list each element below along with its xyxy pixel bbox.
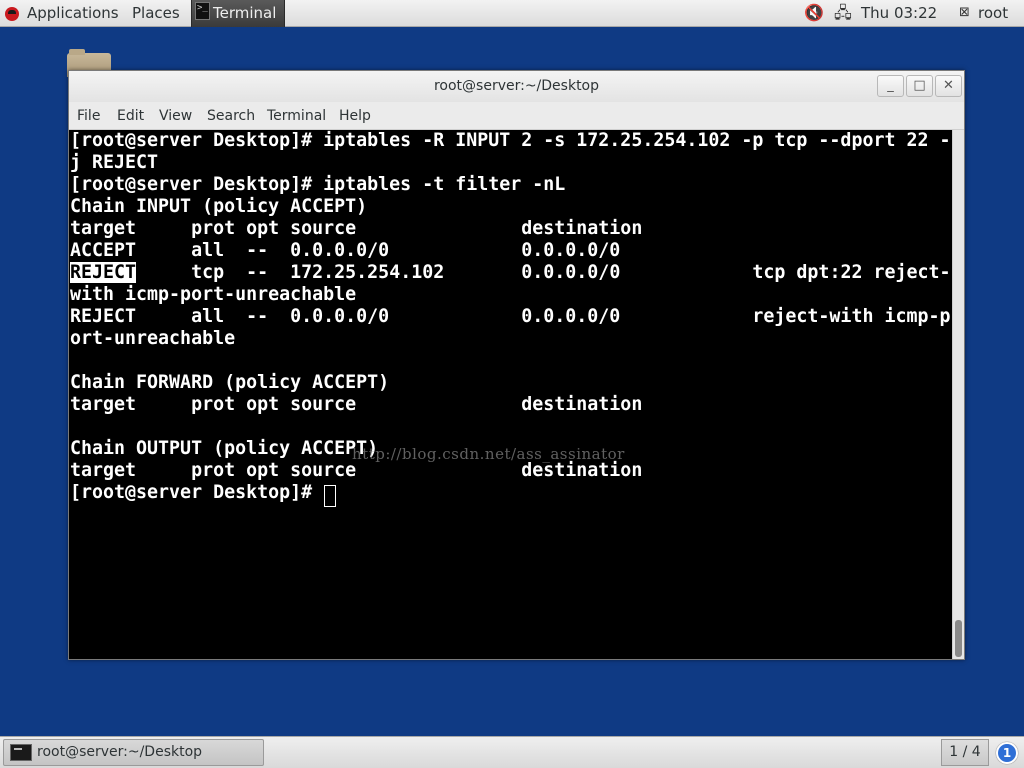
scrollbar-thumb[interactable] <box>955 620 962 657</box>
terminal-prompt: [root@server Desktop]# <box>70 482 324 503</box>
terminal-line: REJECT tcp -- 172.25.254.102 0.0.0.0/0 t… <box>70 262 951 284</box>
terminal-line: target prot opt source destination <box>70 460 742 481</box>
active-app-label: Terminal <box>213 4 277 22</box>
terminal-line: with icmp-port-unreachable <box>70 284 357 305</box>
selected-text: REJECT <box>70 262 137 283</box>
menu-terminal[interactable]: Terminal <box>267 102 326 130</box>
terminal-line: [root@server Desktop]# iptables -t filte… <box>70 174 566 195</box>
maximize-icon: □ <box>913 78 926 93</box>
maximize-button[interactable]: □ <box>906 75 933 97</box>
terminal-line: target prot opt source destination <box>70 394 742 415</box>
minimize-icon: _ <box>887 78 894 93</box>
terminal-line: ACCEPT all -- 0.0.0.0/0 0.0.0.0/0 <box>70 240 742 261</box>
terminal-line: j REJECT <box>70 152 159 173</box>
close-icon: ✕ <box>943 78 954 93</box>
menu-help[interactable]: Help <box>339 102 371 130</box>
close-button[interactable]: ✕ <box>935 75 962 97</box>
terminal-line: ort-unreachable <box>70 328 236 349</box>
menu-search[interactable]: Search <box>207 102 255 130</box>
workspace-switcher[interactable]: 1 / 4 <box>941 739 989 766</box>
terminal-icon: >_ <box>195 2 210 20</box>
notification-icon[interactable]: 1 <box>996 742 1018 764</box>
terminal-line: [root@server Desktop]# iptables -R INPUT… <box>70 130 951 151</box>
scrollbar[interactable] <box>952 130 964 659</box>
menu-edit[interactable]: Edit <box>117 102 144 130</box>
terminal-line: Chain FORWARD (policy ACCEPT) <box>70 372 390 393</box>
taskbar-window-label: root@server:~/Desktop <box>37 744 203 760</box>
fedora-icon <box>5 7 19 21</box>
window-title: root@server:~/Desktop <box>433 78 600 94</box>
minimize-button[interactable]: _ <box>877 75 904 97</box>
menu-view[interactable]: View <box>159 102 192 130</box>
terminal-line: REJECT all -- 0.0.0.0/0 0.0.0.0/0 reject… <box>70 306 951 327</box>
user-icon: ⊠ <box>959 5 970 20</box>
volume-muted-icon[interactable]: 🔇 <box>804 4 824 22</box>
clock[interactable]: Thu 03:22 <box>861 0 937 27</box>
terminal-line: Chain INPUT (policy ACCEPT) <box>70 196 368 217</box>
applications-menu[interactable]: Applications <box>27 0 119 27</box>
terminal-cursor <box>324 485 336 507</box>
places-menu[interactable]: Places <box>132 0 180 27</box>
bottom-panel: root@server:~/Desktop 1 / 4 1 <box>0 736 1024 768</box>
user-menu[interactable]: root <box>978 0 1008 27</box>
terminal-line: Chain OUTPUT (policy ACCEPT) <box>70 438 379 459</box>
menubar: File Edit View Search Terminal Help <box>69 102 964 130</box>
terminal-window: root@server:~/Desktop _ □ ✕ File Edit Vi… <box>68 70 965 660</box>
terminal-icon <box>10 744 32 761</box>
top-panel: Applications Places >_ Terminal 🔇 🖧 Thu … <box>0 0 1024 27</box>
window-titlebar[interactable]: root@server:~/Desktop _ □ ✕ <box>69 71 964 102</box>
active-app-terminal[interactable]: >_ Terminal <box>191 0 285 27</box>
menu-file[interactable]: File <box>77 102 100 130</box>
terminal-line: target prot opt source destination <box>70 218 742 239</box>
watermark: http://blog.csdn.net/ass_assinator <box>352 445 625 463</box>
terminal-line-rest: tcp -- 172.25.254.102 0.0.0.0/0 tcp dpt:… <box>191 262 951 283</box>
terminal-output[interactable]: [root@server Desktop]# iptables -R INPUT… <box>69 130 952 659</box>
taskbar-window-button[interactable]: root@server:~/Desktop <box>3 739 264 766</box>
network-icon[interactable]: 🖧 <box>834 4 852 22</box>
